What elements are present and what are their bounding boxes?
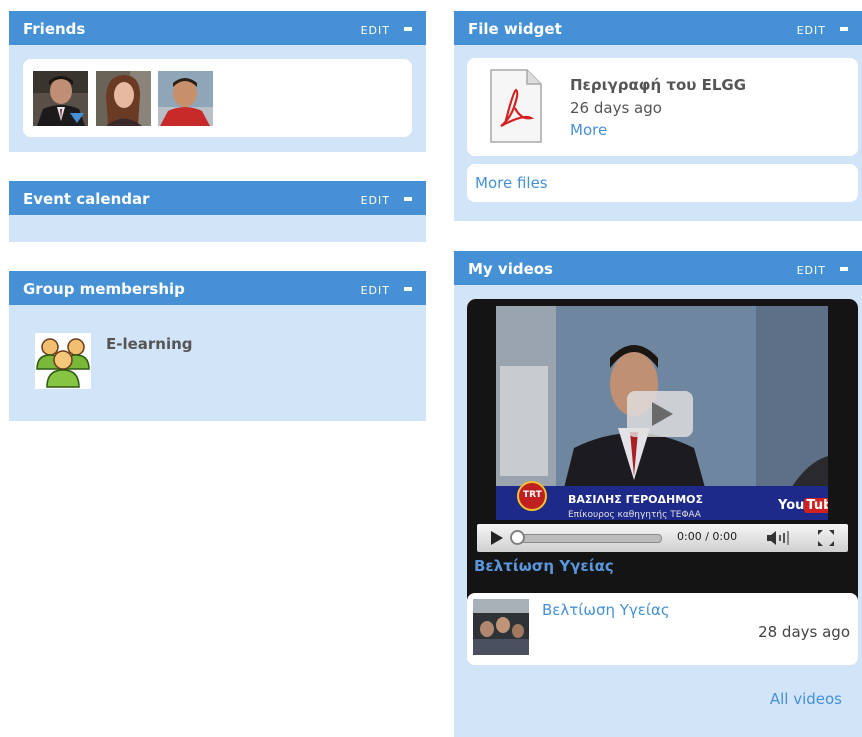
friend-avatar-3[interactable] — [158, 71, 213, 126]
youtube-logo: YouTube — [778, 494, 828, 513]
video-item-timestamp: 28 days ago — [758, 623, 850, 641]
more-files-bar: More files — [467, 164, 858, 202]
file-card: Περιγραφή του ELGG 26 days ago More — [467, 58, 858, 156]
video-caption-name: ΒΑΣΙΛΗΣ ΓΕΡΟΔΗΜΟΣ — [568, 493, 704, 506]
video-player: TRT ΒΑΣΙΛΗΣ ΓΕΡΟΔΗΜΟΣ Επίκουρος καθηγητή… — [467, 299, 858, 613]
my-videos-collapse-icon[interactable] — [840, 267, 848, 271]
video-title-link[interactable]: Βελτίωση Υγείας — [474, 557, 614, 575]
friends-title: Friends — [23, 20, 86, 38]
my-videos-widget: My videos EDIT TRT ΒΑΣΙΛΗΣ ΓΕΡΟΔΗΜΟΣ Επί… — [454, 251, 862, 737]
my-videos-header: My videos EDIT — [454, 251, 862, 285]
video-thumbnail[interactable] — [473, 599, 529, 655]
video-time: 0:00 / 0:00 — [677, 530, 738, 543]
friends-card — [23, 59, 412, 137]
friends-collapse-icon[interactable] — [404, 27, 412, 31]
youtube-logo-tube: Tube — [804, 498, 828, 513]
group-name-link[interactable]: E-learning — [106, 335, 193, 353]
video-progress-bar[interactable] — [510, 530, 662, 545]
event-calendar-collapse-icon[interactable] — [404, 197, 412, 201]
all-videos-link[interactable]: All videos — [770, 690, 842, 708]
friends-edit-button[interactable]: EDIT — [361, 24, 390, 37]
video-play-overlay-button[interactable] — [627, 391, 693, 437]
friends-header: Friends EDIT — [9, 11, 426, 45]
video-caption-subtitle: Επίκουρος καθηγητής ΤΕΦΑΑ — [568, 510, 701, 520]
video-list-item: Βελτίωση Υγείας 28 days ago — [467, 593, 858, 665]
file-widget-collapse-icon[interactable] — [840, 27, 848, 31]
friend-avatar-2[interactable] — [96, 71, 151, 126]
file-title-link[interactable]: Περιγραφή του ELGG — [570, 76, 746, 94]
group-membership-title: Group membership — [23, 280, 185, 298]
group-membership-widget: Group membership EDIT E-learning — [9, 271, 426, 421]
youtube-logo-you: You — [778, 498, 805, 513]
file-widget-title: File widget — [468, 20, 562, 38]
friend-menu-arrow-icon[interactable] — [69, 112, 85, 124]
group-icon[interactable] — [35, 333, 91, 389]
friend-avatar-1[interactable] — [33, 71, 88, 126]
my-videos-title: My videos — [468, 260, 553, 278]
video-control-bar: 0:00 / 0:00 — [477, 524, 848, 552]
video-progress-handle[interactable] — [510, 530, 525, 545]
group-membership-edit-button[interactable]: EDIT — [361, 284, 390, 297]
pdf-file-icon[interactable] — [487, 68, 543, 144]
volume-icon[interactable] — [763, 527, 791, 549]
play-icon — [652, 402, 673, 426]
file-timestamp: 26 days ago — [570, 99, 662, 117]
group-membership-header: Group membership EDIT — [9, 271, 426, 305]
event-calendar-title: Event calendar — [23, 190, 150, 208]
channel-logo: TRT — [523, 490, 542, 500]
video-item-title-link[interactable]: Βελτίωση Υγείας — [542, 601, 670, 619]
fullscreen-icon[interactable] — [815, 527, 837, 549]
play-button[interactable] — [485, 527, 507, 549]
more-files-link[interactable]: More files — [475, 174, 548, 192]
file-widget: File widget EDIT Περιγραφή του ELGG 26 d… — [454, 11, 862, 221]
event-calendar-widget: Event calendar EDIT — [9, 181, 426, 242]
file-widget-edit-button[interactable]: EDIT — [797, 24, 826, 37]
group-membership-collapse-icon[interactable] — [404, 287, 412, 291]
event-calendar-edit-button[interactable]: EDIT — [361, 194, 390, 207]
file-more-link[interactable]: More — [570, 121, 607, 139]
file-widget-header: File widget EDIT — [454, 11, 862, 45]
event-calendar-header: Event calendar EDIT — [9, 181, 426, 215]
video-frame[interactable]: TRT ΒΑΣΙΛΗΣ ΓΕΡΟΔΗΜΟΣ Επίκουρος καθηγητή… — [496, 306, 828, 520]
friends-widget: Friends EDIT — [9, 11, 426, 152]
my-videos-edit-button[interactable]: EDIT — [797, 264, 826, 277]
